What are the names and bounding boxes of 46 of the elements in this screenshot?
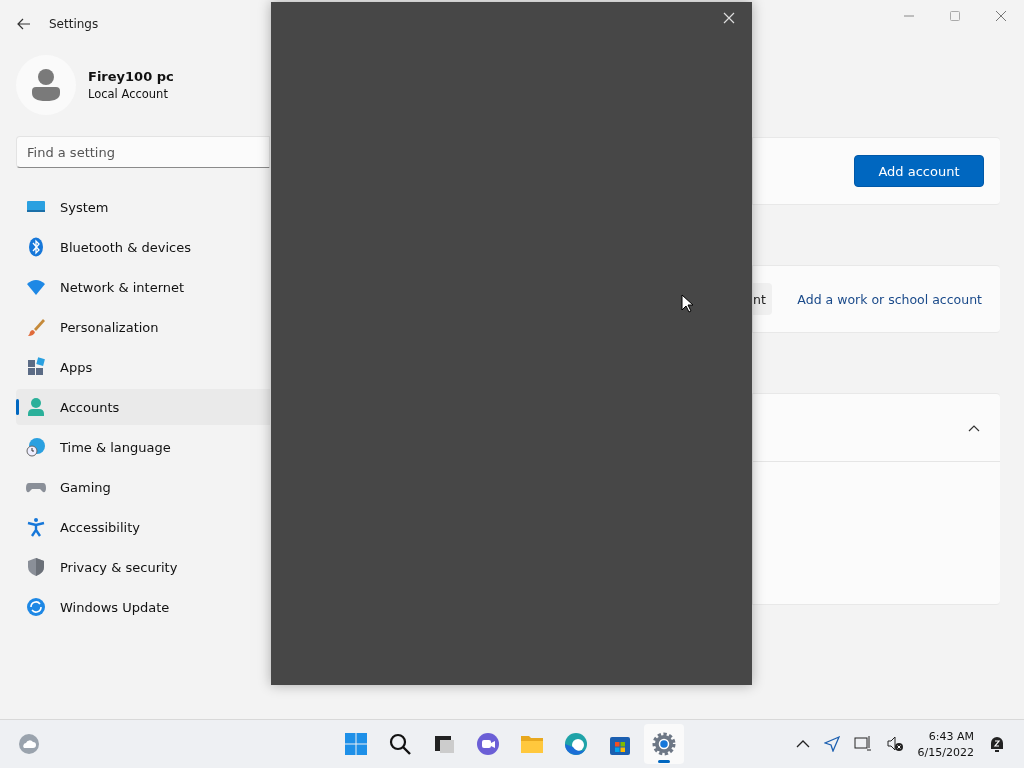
window-title: Settings — [49, 17, 99, 31]
windows-logo-icon — [343, 731, 369, 757]
shield-icon — [26, 557, 46, 577]
browser-icon — [563, 731, 589, 757]
nav-item[interactable]: Accessibility — [16, 509, 270, 545]
wifi-icon — [26, 277, 46, 297]
user-name: Firey100 pc — [88, 69, 174, 84]
chevron-up-icon[interactable] — [795, 739, 810, 749]
nav-item[interactable]: Bluetooth & devices — [16, 229, 270, 265]
nav-item[interactable]: Privacy & security — [16, 549, 270, 585]
update-icon — [26, 597, 46, 617]
nav-item[interactable]: Personalization — [16, 309, 270, 345]
notification-icon[interactable] — [988, 735, 1006, 753]
location-icon[interactable] — [823, 736, 840, 752]
brush-icon — [26, 317, 46, 337]
clock[interactable]: 6:43 AM 6/15/2022 — [917, 729, 974, 759]
apps-icon — [26, 357, 46, 377]
chevron-icon[interactable] — [968, 423, 980, 432]
work-account-link[interactable]: Add a work or school account — [797, 291, 982, 307]
video-chat-icon — [475, 731, 501, 757]
time-text: 6:43 AM — [928, 729, 974, 743]
nav-item[interactable]: Network & internet — [16, 269, 270, 305]
accessibility-icon — [26, 517, 46, 537]
search-field[interactable]: Find a setting — [16, 136, 270, 168]
network-icon[interactable] — [853, 735, 872, 753]
nav-item[interactable]: System — [16, 189, 270, 225]
nav-item[interactable]: Accounts — [16, 389, 270, 425]
nav-item[interactable]: Gaming — [16, 469, 270, 505]
account-type: Local Account — [88, 87, 169, 101]
partial-button[interactable]: nt — [753, 283, 772, 315]
weather-icon[interactable] — [18, 733, 40, 755]
nav-item[interactable]: Time & language — [16, 429, 270, 465]
date-text: 6/15/2022 — [917, 745, 974, 759]
nav-item[interactable]: Apps — [16, 349, 270, 385]
close-icon[interactable] — [723, 12, 735, 24]
gear-icon — [651, 731, 677, 757]
mouse-pointer-icon — [681, 294, 693, 313]
muted-speaker-icon[interactable] — [885, 735, 904, 753]
globe-clock-icon — [26, 437, 46, 457]
bluetooth-icon — [26, 237, 46, 257]
settings-button[interactable] — [644, 724, 684, 764]
search-icon — [387, 731, 413, 757]
person-icon — [26, 397, 46, 417]
back-icon[interactable] — [17, 18, 31, 30]
add-account-button[interactable]: Add account — [854, 155, 984, 187]
nav-item[interactable]: Windows Update — [16, 589, 270, 625]
